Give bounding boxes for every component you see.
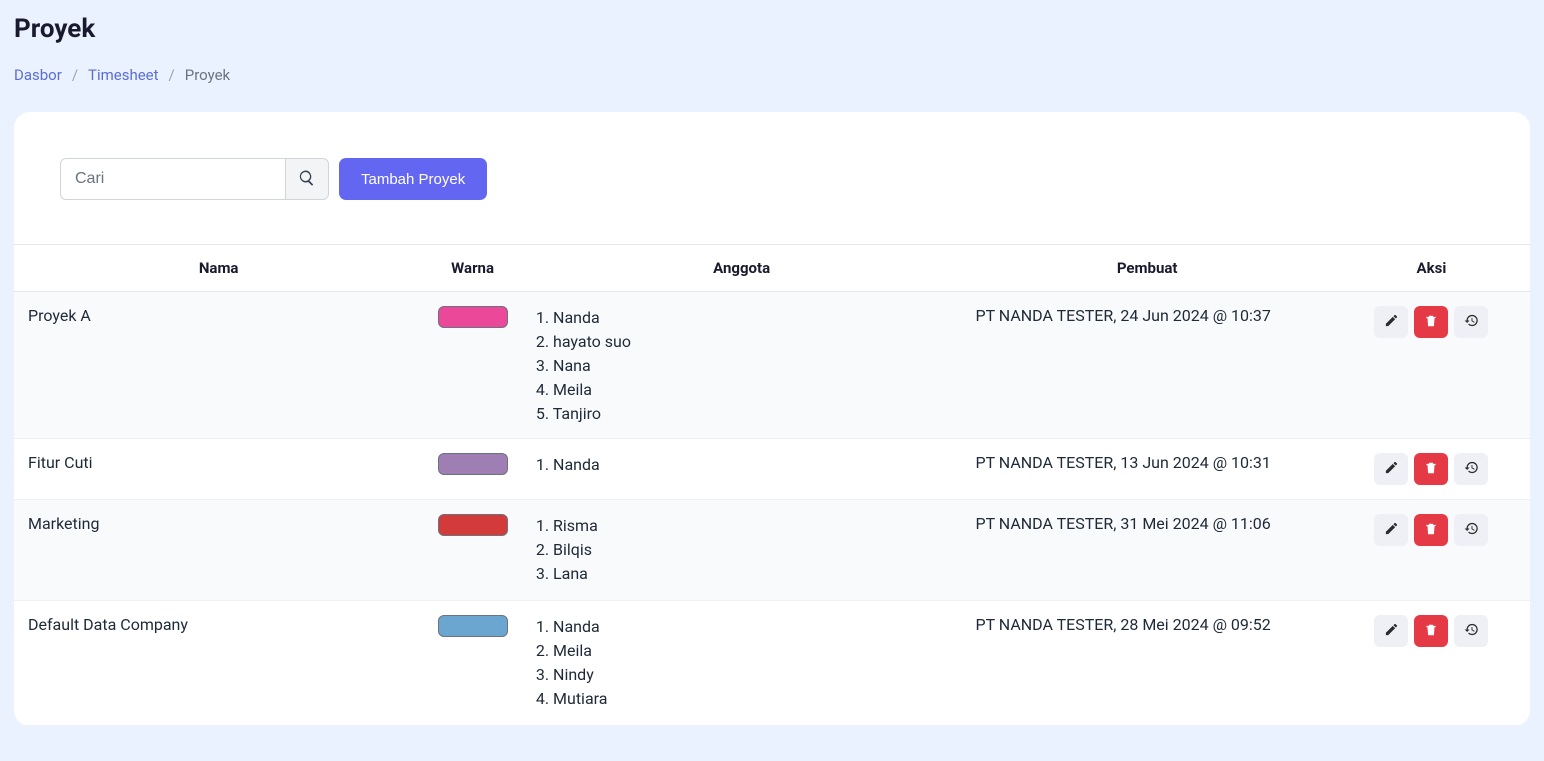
cell-nama: Default Data Company: [14, 601, 423, 726]
delete-icon: [1424, 623, 1438, 640]
edit-button[interactable]: [1374, 453, 1408, 485]
anggota-list: 1. Risma2. Bilqis3. Lana: [536, 514, 948, 586]
color-chip: [438, 306, 508, 328]
history-button[interactable]: [1454, 453, 1488, 485]
history-button[interactable]: [1454, 615, 1488, 647]
breadcrumb-current: Proyek: [185, 66, 230, 84]
anggota-item: 1. Nanda: [536, 306, 940, 330]
delete-icon: [1424, 461, 1438, 478]
cell-pembuat: PT NANDA TESTER, 13 Jun 2024 @ 10:31: [961, 439, 1332, 500]
anggota-item: 2. hayato suo: [536, 330, 940, 354]
table-row: Default Data Company 1. Nanda2. Meila3. N…: [14, 601, 1530, 726]
anggota-item: 4. Meila: [536, 378, 940, 402]
edit-icon: [1384, 521, 1399, 539]
delete-button[interactable]: [1414, 514, 1448, 546]
history-icon: [1464, 460, 1479, 478]
anggota-item: 2. Meila: [536, 639, 940, 663]
cell-anggota: 1. Nanda2. hayato suo3. Nana4. Meila5. T…: [522, 292, 962, 439]
table-row: Marketing1. Risma2. Bilqis3. LanaPT NAND…: [14, 500, 1530, 601]
search-input[interactable]: [60, 158, 285, 200]
row-actions: [1374, 306, 1488, 338]
cell-warna: [423, 439, 522, 500]
anggota-list[interactable]: 1. Nanda2. hayato suo3. Nana4. Meila5. T…: [536, 306, 948, 424]
cell-nama: Marketing: [14, 500, 423, 601]
anggota-list: 1. Nanda: [536, 453, 948, 477]
edit-button[interactable]: [1374, 306, 1408, 338]
history-button[interactable]: [1454, 514, 1488, 546]
cell-aksi: [1333, 601, 1530, 726]
cell-anggota: 1. Risma2. Bilqis3. Lana: [522, 500, 962, 601]
color-chip: [438, 615, 508, 637]
breadcrumb-separator: /: [72, 66, 78, 84]
row-actions: [1374, 514, 1488, 546]
table-row: Fitur Cuti 1. Nanda PT NANDA TESTER, 13 Ju…: [14, 439, 1530, 500]
anggota-item: 5. Tanjiro: [536, 402, 940, 424]
anggota-item: 1. Risma: [536, 514, 940, 538]
breadcrumb: Dasbor / Timesheet / Proyek: [14, 66, 1530, 84]
anggota-item: 1. Nanda: [536, 615, 940, 639]
search-button[interactable]: [285, 158, 329, 200]
cell-warna: [423, 292, 522, 439]
color-chip: [438, 453, 508, 475]
th-nama: Nama: [14, 245, 423, 292]
delete-button[interactable]: [1414, 615, 1448, 647]
anggota-item: 4. Mutiara: [536, 687, 940, 711]
projects-table: Nama Warna Anggota Pembuat Aksi Proyek A…: [14, 244, 1530, 726]
cell-aksi: [1333, 500, 1530, 601]
breadcrumb-link[interactable]: Dasbor: [14, 66, 62, 84]
history-icon: [1464, 313, 1479, 331]
cell-warna: [423, 500, 522, 601]
row-actions: [1374, 615, 1488, 647]
history-icon: [1464, 521, 1479, 539]
th-warna: Warna: [423, 245, 522, 292]
search-group: [60, 158, 329, 200]
cell-anggota: 1. Nanda2. Meila3. Nindy4. Mutiara: [522, 601, 962, 726]
anggota-item: 3. Nindy: [536, 663, 940, 687]
cell-aksi: [1333, 292, 1530, 439]
breadcrumb-separator: /: [169, 66, 175, 84]
edit-icon: [1384, 622, 1399, 640]
edit-button[interactable]: [1374, 514, 1408, 546]
toolbar: Tambah Proyek: [14, 112, 1530, 244]
color-chip: [438, 514, 508, 536]
cell-pembuat: PT NANDA TESTER, 31 Mei 2024 @ 11:06: [961, 500, 1332, 601]
breadcrumb-link[interactable]: Timesheet: [88, 66, 159, 84]
cell-pembuat: PT NANDA TESTER, 24 Jun 2024 @ 10:37: [961, 292, 1332, 439]
cell-anggota: 1. Nanda: [522, 439, 962, 500]
page-title: Proyek: [14, 14, 1530, 44]
history-button[interactable]: [1454, 306, 1488, 338]
history-icon: [1464, 622, 1479, 640]
delete-icon: [1424, 522, 1438, 539]
cell-nama: Proyek A: [14, 292, 423, 439]
edit-icon: [1384, 313, 1399, 331]
cell-warna: [423, 601, 522, 726]
search-icon: [298, 169, 316, 190]
row-actions: [1374, 453, 1488, 485]
delete-button[interactable]: [1414, 453, 1448, 485]
th-aksi: Aksi: [1333, 245, 1530, 292]
cell-pembuat: PT NANDA TESTER, 28 Mei 2024 @ 09:52: [961, 601, 1332, 726]
anggota-list: 1. Nanda2. Meila3. Nindy4. Mutiara: [536, 615, 948, 711]
anggota-item: 3. Lana: [536, 562, 940, 586]
anggota-item: 1. Nanda: [536, 453, 940, 477]
anggota-item: 2. Bilqis: [536, 538, 940, 562]
th-pembuat: Pembuat: [961, 245, 1332, 292]
content-card: Tambah Proyek Nama Warna Anggota Pembuat…: [14, 112, 1530, 726]
edit-button[interactable]: [1374, 615, 1408, 647]
cell-nama: Fitur Cuti: [14, 439, 423, 500]
add-project-button[interactable]: Tambah Proyek: [339, 158, 487, 200]
edit-icon: [1384, 460, 1399, 478]
delete-icon: [1424, 314, 1438, 331]
table-row: Proyek A 1. Nanda2. hayato suo3. Nana4. M…: [14, 292, 1530, 439]
th-anggota: Anggota: [522, 245, 962, 292]
anggota-item: 3. Nana: [536, 354, 940, 378]
cell-aksi: [1333, 439, 1530, 500]
delete-button[interactable]: [1414, 306, 1448, 338]
